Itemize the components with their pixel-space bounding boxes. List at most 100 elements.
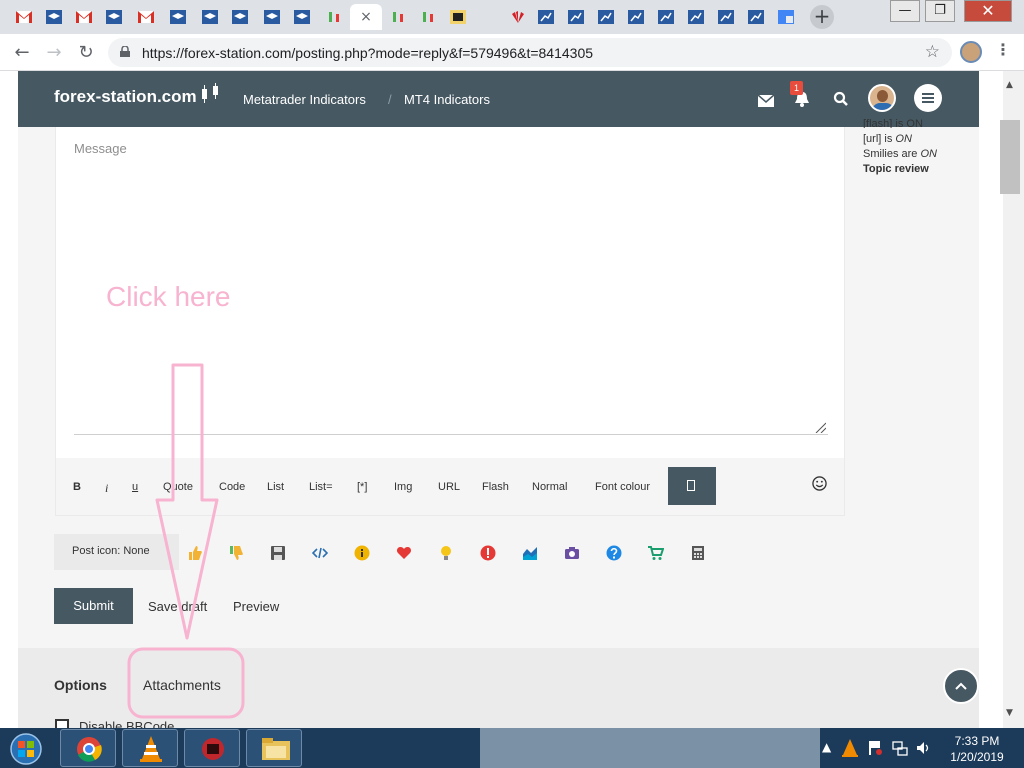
exclamation-icon[interactable] — [480, 545, 496, 561]
taskbar-clock[interactable]: 7:33 PM 1/20/2019 — [942, 733, 1012, 765]
browser-tab-forex[interactable] — [320, 4, 348, 30]
taskbar-app-red[interactable] — [184, 729, 240, 767]
browser-tab-active[interactable]: × — [350, 4, 382, 30]
save-draft-button[interactable]: Save draft — [148, 599, 207, 614]
site-logo[interactable]: forex-station.com — [54, 87, 197, 107]
camera-icon[interactable] — [564, 545, 580, 561]
browser-profile-avatar[interactable] — [960, 41, 982, 63]
browser-tab-grad[interactable] — [40, 4, 68, 30]
post-icon-selector[interactable]: Post icon: None — [54, 534, 179, 570]
preview-button[interactable]: Preview — [233, 599, 279, 614]
bold-button[interactable]: B — [73, 481, 81, 493]
list-button[interactable]: List — [267, 481, 284, 493]
windows-start-icon[interactable] — [4, 732, 48, 766]
browser-tab-doc-4[interactable] — [622, 4, 650, 30]
browser-tab-gmail-2[interactable] — [70, 4, 98, 30]
thumbs-up-icon[interactable] — [187, 545, 203, 561]
browser-tab-grad-2[interactable] — [100, 4, 128, 30]
thumbs-down-icon[interactable] — [228, 545, 244, 561]
address-bar[interactable]: https://forex-station.com/posting.php?mo… — [108, 38, 952, 67]
browser-tab-doc-3[interactable] — [592, 4, 620, 30]
browser-tab-grad-4[interactable] — [196, 4, 224, 30]
code-button[interactable]: Code — [219, 481, 245, 493]
browser-menu-icon[interactable]: ⋮ — [995, 40, 1011, 59]
lightbulb-icon[interactable] — [438, 545, 454, 561]
browser-tab-gmail[interactable] — [10, 4, 38, 30]
submit-button[interactable]: Submit — [54, 588, 133, 624]
font-colour-button[interactable]: Font colour — [595, 481, 650, 493]
browser-tab-doc-5[interactable] — [652, 4, 680, 30]
quote-button[interactable]: Quote — [163, 481, 193, 493]
heart-icon[interactable] — [396, 545, 412, 561]
font-size-select[interactable]: Normal — [532, 481, 567, 493]
browser-tab-huawei[interactable] — [504, 4, 532, 30]
calculator-icon[interactable] — [690, 545, 706, 561]
browser-tab-pb[interactable] — [444, 4, 472, 30]
hamburger-menu-icon[interactable] — [914, 84, 942, 112]
disable-bbcode-label[interactable]: Disable BBCode — [79, 719, 174, 728]
folder-icon — [262, 738, 290, 760]
envelope-icon[interactable] — [758, 93, 774, 109]
url-text[interactable]: https://forex-station.com/posting.php?mo… — [142, 45, 593, 61]
forward-arrow-icon[interactable]: → — [42, 41, 66, 65]
search-icon[interactable] — [833, 91, 849, 107]
list-item-button[interactable]: [*] — [357, 481, 367, 493]
browser-tab-forex-3[interactable] — [414, 4, 442, 30]
floppy-disk-icon[interactable] — [270, 545, 286, 561]
flash-button[interactable]: Flash — [482, 481, 509, 493]
topic-review-link[interactable]: Topic review — [863, 163, 929, 175]
taskbar-chrome[interactable] — [60, 729, 116, 767]
code-icon[interactable] — [312, 545, 328, 561]
scroll-up-arrow-icon[interactable]: ▲ — [1006, 80, 1013, 90]
device-toggle-button[interactable] — [668, 467, 716, 505]
taskbar-vlc[interactable] — [122, 729, 178, 767]
network-icon[interactable] — [892, 740, 908, 756]
tray-expand-icon[interactable]: ▲ — [822, 740, 831, 754]
tab-options[interactable]: Options — [54, 677, 107, 693]
maximize-button[interactable]: ❐ — [925, 0, 955, 22]
resize-handle-icon[interactable] — [814, 421, 826, 433]
browser-tab-doc[interactable] — [532, 4, 560, 30]
flag-icon[interactable] — [868, 740, 882, 756]
scroll-down-arrow-icon[interactable]: ▼ — [1006, 708, 1013, 718]
scrollbar-thumb[interactable] — [1000, 120, 1020, 194]
browser-tab-doc-8[interactable] — [742, 4, 770, 30]
scroll-to-top-button[interactable] — [943, 668, 979, 704]
info-icon[interactable] — [354, 545, 370, 561]
user-avatar[interactable] — [868, 84, 896, 112]
tray-vlc-icon[interactable] — [841, 738, 859, 758]
smiley-icon[interactable] — [812, 476, 827, 491]
browser-tab-doc-2[interactable] — [562, 4, 590, 30]
browser-tab-gmail-3[interactable] — [132, 4, 160, 30]
disable-bbcode-checkbox[interactable] — [55, 719, 69, 728]
browser-tab-grad-5[interactable] — [226, 4, 254, 30]
new-tab-button[interactable]: + — [810, 5, 834, 29]
tab-attachments[interactable]: Attachments — [143, 677, 221, 693]
browser-tab-translate[interactable] — [772, 4, 800, 30]
window-close-button[interactable]: ✕ — [964, 0, 1012, 22]
img-button[interactable]: Img — [394, 481, 412, 493]
browser-tab-doc-7[interactable] — [712, 4, 740, 30]
browser-tab-grad-7[interactable] — [288, 4, 316, 30]
back-arrow-icon[interactable]: ← — [10, 41, 34, 65]
taskbar-explorer[interactable] — [246, 729, 302, 767]
italic-button[interactable]: i — [105, 481, 108, 496]
browser-tab-forex-2[interactable] — [384, 4, 412, 30]
reload-icon[interactable]: ↻ — [74, 41, 98, 65]
browser-tab-grad-3[interactable] — [164, 4, 192, 30]
tab-close-icon[interactable]: × — [360, 9, 372, 25]
shopping-cart-icon[interactable] — [648, 545, 664, 561]
bookmark-star-icon[interactable]: ☆ — [925, 42, 940, 62]
url-button[interactable]: URL — [438, 481, 460, 493]
minimize-button[interactable]: — — [890, 0, 920, 22]
area-chart-icon[interactable] — [522, 545, 538, 561]
page-viewport: forex-station.com Metatrader Indicators … — [0, 71, 1003, 728]
browser-tab-doc-6[interactable] — [682, 4, 710, 30]
browser-tab-grad-6[interactable] — [258, 4, 286, 30]
speaker-icon[interactable] — [916, 741, 932, 755]
breadcrumb-metatrader-indicators[interactable]: Metatrader Indicators — [243, 92, 366, 107]
underline-button[interactable]: u — [132, 481, 138, 493]
ordered-list-button[interactable]: List= — [309, 481, 333, 493]
breadcrumb-mt4-indicators[interactable]: MT4 Indicators — [404, 92, 490, 107]
question-icon[interactable] — [606, 545, 622, 561]
